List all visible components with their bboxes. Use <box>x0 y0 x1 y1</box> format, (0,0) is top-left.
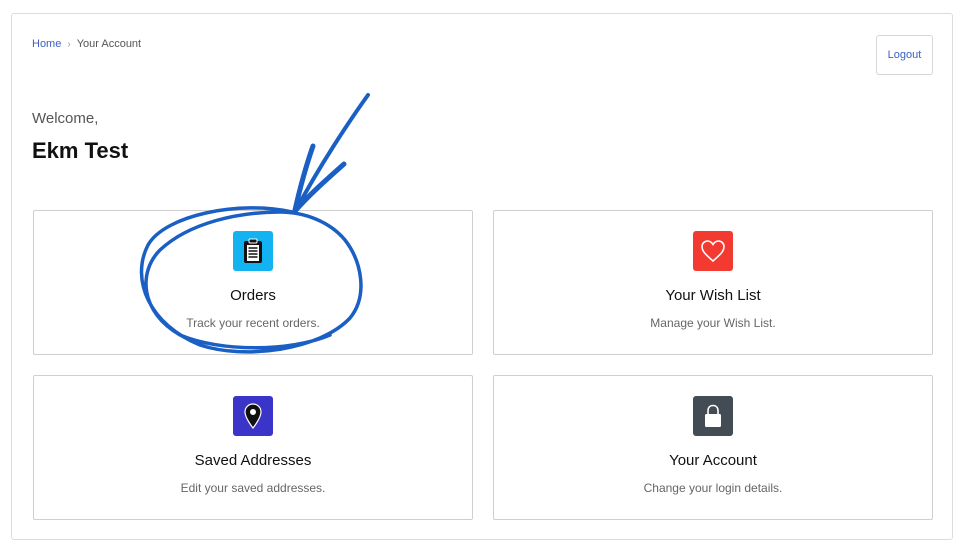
saved-addresses-card[interactable]: Saved Addresses Edit your saved addresse… <box>33 375 473 520</box>
your-account-title: Your Account <box>669 452 757 469</box>
user-name: Ekm Test <box>32 138 129 163</box>
orders-description: Track your recent orders. <box>186 316 320 330</box>
lock-icon <box>705 404 721 427</box>
saved-addresses-title: Saved Addresses <box>194 452 312 469</box>
your-account-card[interactable]: Your Account Change your login details. <box>493 375 933 520</box>
map-pin-icon <box>244 403 262 429</box>
orders-tile <box>233 231 273 271</box>
welcome-text: Welcome, <box>32 110 99 127</box>
breadcrumb-home-link[interactable]: Home <box>32 38 61 50</box>
orders-card[interactable]: Orders Track your recent orders. <box>33 210 473 355</box>
addresses-tile <box>233 396 273 436</box>
wishlist-description: Manage your Wish List. <box>650 316 776 330</box>
saved-addresses-description: Edit your saved addresses. <box>180 481 326 495</box>
wishlist-title: Your Wish List <box>665 287 761 304</box>
logout-button[interactable]: Logout <box>876 35 933 75</box>
wishlist-tile <box>693 231 733 271</box>
breadcrumb: Home › Your Account <box>32 38 141 50</box>
your-account-description: Change your login details. <box>643 481 783 495</box>
account-tile <box>693 396 733 436</box>
heart-icon <box>701 240 725 263</box>
account-page: Home › Your Account Logout Welcome, Ekm … <box>11 13 953 540</box>
breadcrumb-separator: › <box>67 38 71 50</box>
clipboard-icon <box>244 238 262 263</box>
orders-title: Orders <box>230 287 276 304</box>
wishlist-card[interactable]: Your Wish List Manage your Wish List. <box>493 210 933 355</box>
breadcrumb-current: Your Account <box>76 38 142 50</box>
